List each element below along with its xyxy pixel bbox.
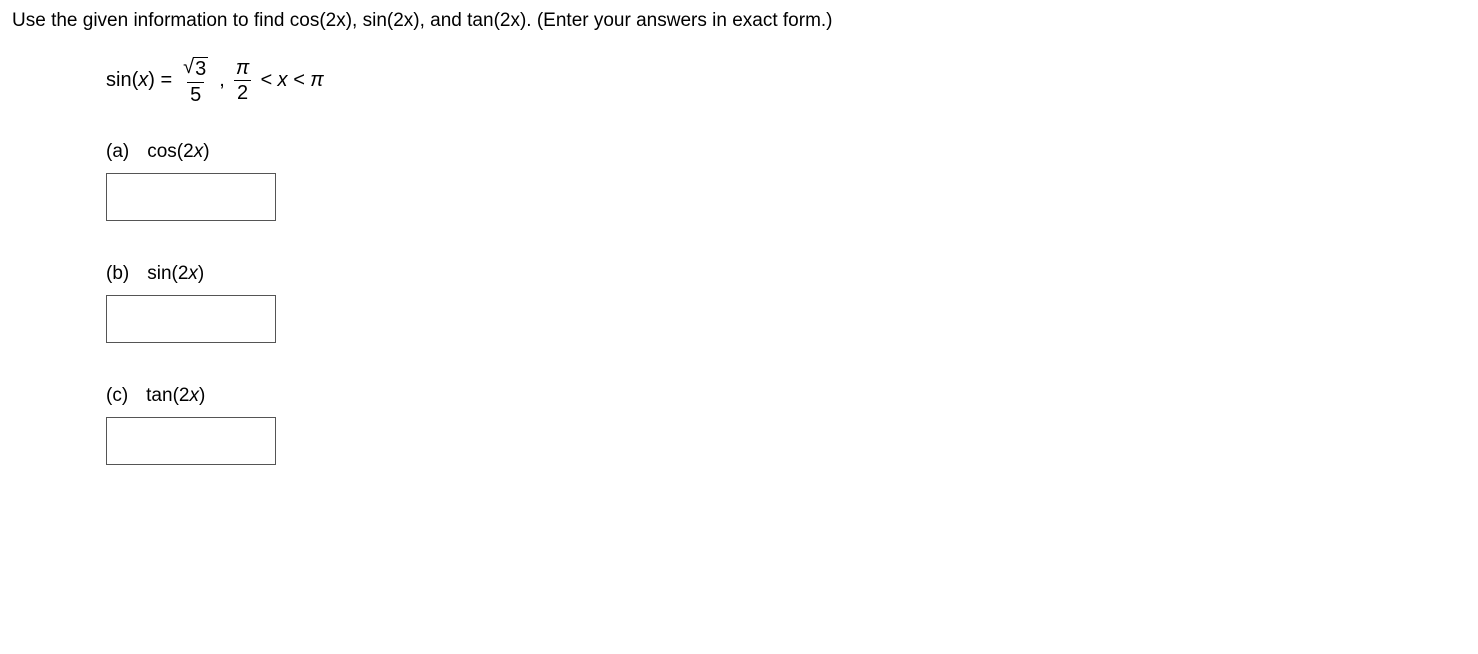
part-a-letter: (a): [106, 141, 129, 163]
given-equation: sin(x) = √ 3 5 , π 2 < x < π: [106, 57, 1466, 105]
given-func: sin(x) =: [106, 69, 172, 92]
comma: ,: [219, 69, 225, 92]
problem-content: sin(x) = √ 3 5 , π 2 < x < π (a) cos(2x)…: [106, 57, 1466, 465]
inequality: < x < π: [260, 69, 323, 92]
part-a: (a) cos(2x): [106, 141, 1466, 221]
answer-input-c[interactable]: [106, 417, 276, 465]
part-a-func: cos(2x): [147, 141, 209, 163]
answer-input-b[interactable]: [106, 295, 276, 343]
answer-input-a[interactable]: [106, 173, 276, 221]
part-b: (b) sin(2x): [106, 263, 1466, 343]
part-c: (c) tan(2x): [106, 385, 1466, 465]
part-b-letter: (b): [106, 263, 129, 285]
sqrt-3: √ 3: [183, 57, 208, 80]
fraction-sqrt3-over-5: √ 3 5: [180, 57, 211, 105]
instruction-text: Use the given information to find cos(2x…: [12, 8, 1466, 35]
part-b-func: sin(2x): [147, 263, 204, 285]
part-c-letter: (c): [106, 385, 128, 407]
part-c-func: tan(2x): [146, 385, 205, 407]
fraction-pi-over-2: π 2: [233, 58, 252, 103]
